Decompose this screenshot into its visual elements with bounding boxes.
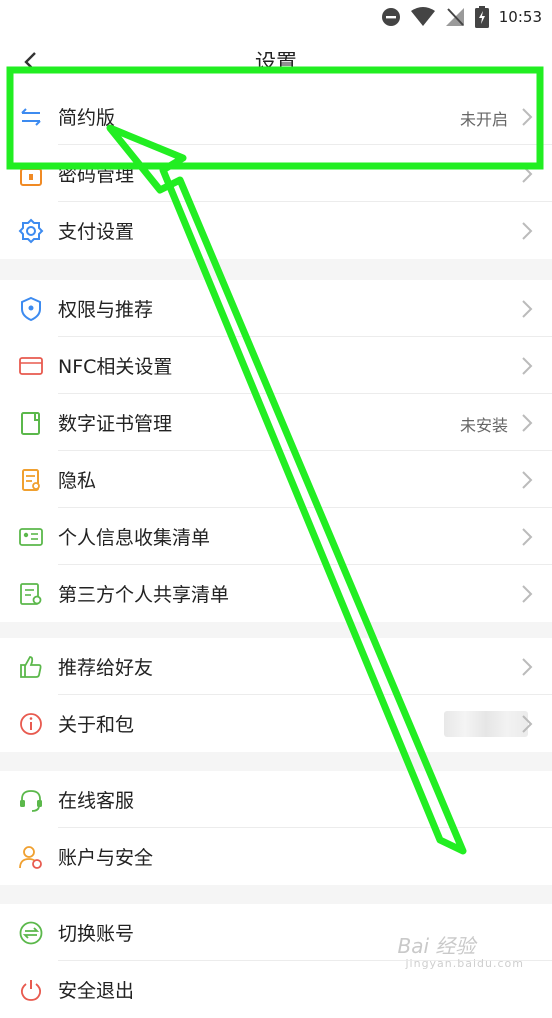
privacy-doc-icon (22, 469, 40, 491)
settings-row-label: 切换账号 (58, 923, 135, 945)
settings-row-privacy[interactable]: 隐私 (0, 451, 552, 508)
chevron-right-icon (522, 528, 533, 546)
page-title: 设置 (255, 50, 297, 74)
settings-row-label: 安全退出 (58, 980, 135, 1002)
wifi-icon (410, 7, 435, 26)
settings-row-info-collection[interactable]: 个人信息收集清单 (0, 508, 552, 565)
settings-row-simple-mode[interactable]: 简约版 未开启 (0, 88, 552, 145)
no-signal-icon (445, 8, 464, 26)
chevron-right-icon (522, 585, 533, 603)
settings-group-about: 推荐给好友 关于和包 (0, 638, 552, 752)
chevron-right-icon (522, 715, 533, 733)
settings-row-label: 账户与安全 (58, 847, 154, 869)
thumbs-up-icon (20, 656, 42, 678)
settings-row-online-service[interactable]: 在线客服 (0, 771, 552, 828)
settings-group-privacy: 权限与推荐 NFC相关设置 数字证书管理 未安装 隐私 个人信息收集清单 第三方… (0, 280, 552, 622)
nfc-card-icon (19, 357, 43, 375)
gear-icon (18, 218, 44, 244)
lock-icon (20, 168, 42, 186)
settings-row-value: 未开启 (459, 110, 508, 129)
settings-row-label: 隐私 (58, 470, 97, 492)
settings-row-permissions[interactable]: 权限与推荐 (0, 280, 552, 337)
chevron-right-icon (522, 357, 533, 375)
settings-row-label: 数字证书管理 (58, 413, 173, 435)
settings-group-service: 在线客服 账户与安全 (0, 771, 552, 885)
watermark-sub: jingyan.baidu.com (405, 957, 524, 970)
settings-row-recommend[interactable]: 推荐给好友 (0, 638, 552, 695)
settings-row-password[interactable]: 密码管理 (0, 145, 552, 202)
headset-icon (20, 790, 42, 812)
id-card-icon (19, 528, 43, 546)
chevron-right-icon (522, 414, 533, 432)
chevron-right-icon (522, 471, 533, 489)
settings-row-label: 支付设置 (58, 221, 135, 243)
chevron-right-icon (522, 165, 533, 183)
chevron-right-icon (522, 108, 533, 126)
settings-row-label: 第三方个人共享清单 (58, 584, 230, 606)
chevron-right-icon (522, 300, 533, 318)
user-shield-icon (19, 846, 42, 869)
settings-row-value: 未安装 (459, 416, 508, 435)
power-icon (20, 980, 42, 1001)
settings-row-payment[interactable]: 支付设置 (0, 202, 552, 259)
shield-icon (21, 296, 41, 322)
share-list-icon (20, 583, 42, 605)
info-icon (20, 713, 42, 735)
switch-account-icon (19, 921, 43, 945)
settings-group-account: 简约版 未开启 密码管理 支付设置 (0, 88, 552, 259)
settings-row-third-party-sharing[interactable]: 第三方个人共享清单 (0, 565, 552, 622)
settings-row-label: 推荐给好友 (58, 657, 154, 679)
settings-row-account-security[interactable]: 账户与安全 (0, 828, 552, 885)
status-time: 10:53 (498, 8, 542, 26)
chevron-right-icon (522, 658, 533, 676)
settings-row-label: 关于和包 (58, 714, 135, 736)
chevron-right-icon (522, 222, 533, 240)
settings-row-label: 在线客服 (58, 790, 135, 812)
title-bar: 设置 (0, 36, 552, 88)
swap-arrows-icon (21, 108, 41, 126)
watermark: Bai 经验 jingyan.baidu.com (397, 930, 524, 970)
status-icons: 10:53 (381, 6, 542, 28)
watermark-text: Bai 经验 (397, 934, 476, 958)
settings-row-label: 密码管理 (58, 164, 135, 186)
settings-row-label: NFC相关设置 (58, 356, 173, 378)
battery-charging-icon (474, 6, 489, 28)
settings-row-label: 简约版 (58, 107, 116, 129)
certificate-icon (21, 412, 40, 435)
blurred-version-value (444, 711, 528, 737)
settings-row-label: 权限与推荐 (58, 299, 154, 321)
settings-row-label: 个人信息收集清单 (58, 527, 211, 549)
settings-row-certificate[interactable]: 数字证书管理 未安装 (0, 394, 552, 451)
settings-row-nfc[interactable]: NFC相关设置 (0, 337, 552, 394)
status-bar: 10:53 (0, 0, 552, 36)
settings-row-about[interactable]: 关于和包 (0, 695, 552, 752)
minus-circle-icon (381, 8, 400, 26)
